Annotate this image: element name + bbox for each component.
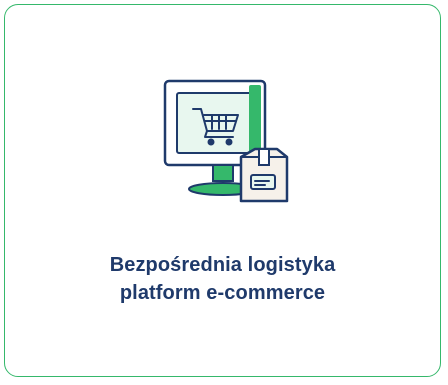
monitor-screen xyxy=(176,92,254,154)
card-title: Bezpośrednia logistyka platform e-commer… xyxy=(5,251,440,307)
title-line-2: platform e-commerce xyxy=(119,282,326,304)
monitor-neck xyxy=(212,164,234,182)
monitor-cart-box-illustration xyxy=(163,79,289,203)
title-line-1: Bezpośrednia logistyka xyxy=(109,254,336,276)
feature-card[interactable]: Bezpośrednia logistyka platform e-commer… xyxy=(4,4,441,377)
ecommerce-monitor-cart-box-icon xyxy=(163,79,293,209)
package-box-icon xyxy=(239,147,289,203)
